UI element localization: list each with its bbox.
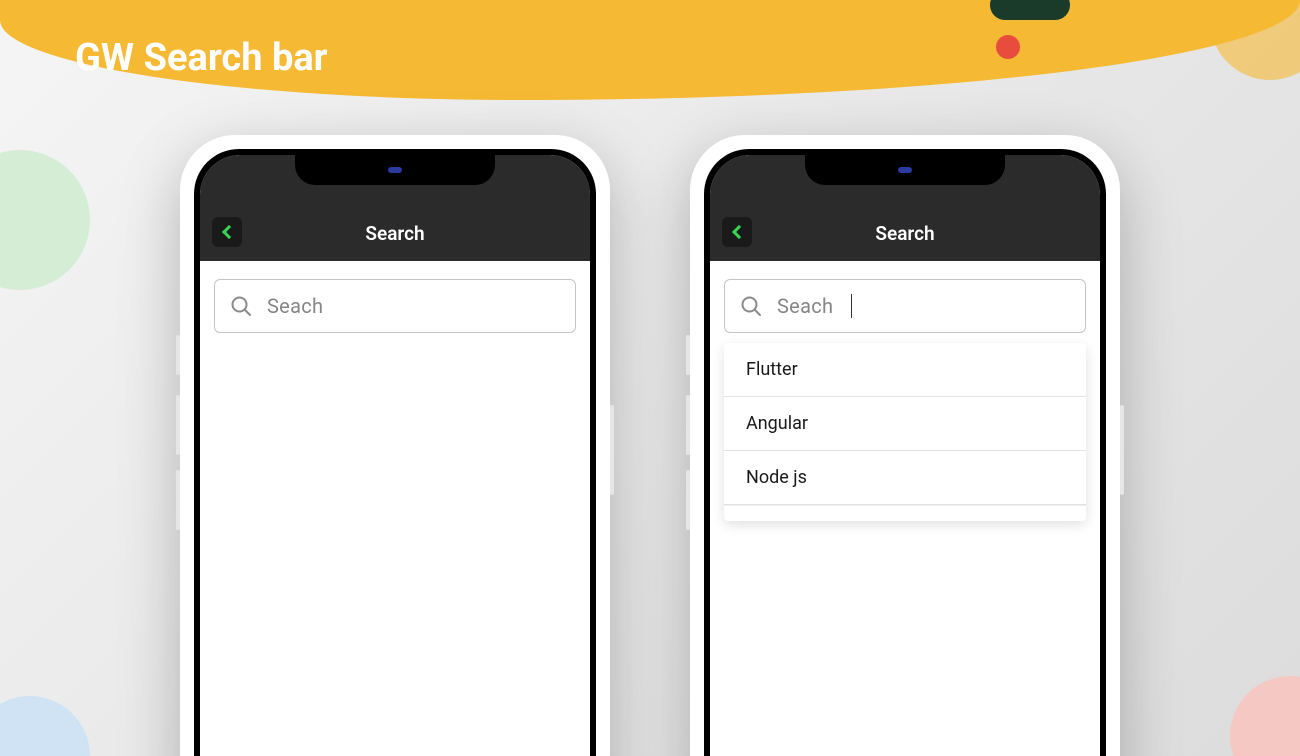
suggestion-item[interactable]: Flutter bbox=[724, 343, 1086, 397]
suggestion-item[interactable]: Angular bbox=[724, 397, 1086, 451]
search-value: Seach bbox=[777, 294, 833, 318]
search-placeholder: Seach bbox=[267, 294, 323, 318]
search-input[interactable]: Seach bbox=[724, 279, 1086, 333]
search-icon bbox=[739, 294, 763, 318]
screen-title: Search bbox=[200, 222, 590, 245]
suggestion-item[interactable]: Node js bbox=[724, 451, 1086, 505]
search-icon bbox=[229, 294, 253, 318]
phone-notch bbox=[805, 155, 1005, 185]
suggestions-list: Flutter Angular Node js bbox=[724, 343, 1086, 521]
screen-title: Search bbox=[710, 222, 1100, 245]
text-cursor bbox=[851, 294, 852, 318]
phone-notch bbox=[295, 155, 495, 185]
phone-mockup-right: Search Seach Flutter Angular Node js bbox=[690, 135, 1120, 756]
search-input[interactable]: Seach bbox=[214, 279, 576, 333]
phone-mockup-left: Search Seach bbox=[180, 135, 610, 756]
page-title: GW Search bar bbox=[75, 36, 328, 80]
suggestion-item-partial bbox=[724, 505, 1086, 521]
